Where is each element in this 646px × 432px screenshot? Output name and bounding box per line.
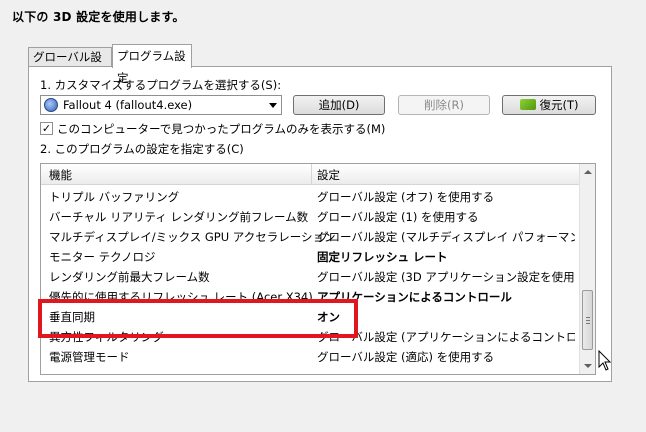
table-row[interactable]: トリプル バッファリング グローバル設定 (オフ) を使用する (41, 186, 579, 206)
table-row-vsync[interactable]: 垂直同期 オン (41, 306, 579, 326)
nvidia-icon (519, 99, 536, 110)
setting-cell: グローバル設定 (アプリケーションによるコントロール) ... (317, 330, 575, 344)
table-header: 機能 設定 (41, 164, 579, 185)
table-row[interactable]: 異方性フィルタリング グローバル設定 (アプリケーションによるコントロール) .… (41, 326, 579, 346)
scroll-up-icon[interactable] (584, 170, 592, 174)
feature-cell: レンダリング前最大フレーム数 (49, 270, 210, 284)
column-header-setting[interactable]: 設定 (317, 167, 340, 183)
feature-cell: トリプル バッファリング (49, 190, 180, 204)
page-heading: 以下の 3D 設定を使用します。 (12, 10, 185, 24)
grip-line (586, 320, 590, 321)
program-icon (44, 98, 58, 112)
program-select[interactable]: Fallout 4 (fallout4.exe) (40, 95, 282, 115)
feature-cell: バーチャル リアリティ レンダリング前フレーム数 (49, 210, 309, 224)
tab-global-settings[interactable]: グローバル設定 (28, 47, 112, 83)
checkmark-icon: ✓ (41, 122, 52, 135)
program-settings-label: 2. このプログラムの設定を指定する(C) (40, 142, 244, 156)
feature-cell: 優先的に使用するリフレッシュ レート (Acer X34) (49, 290, 313, 304)
table-row[interactable]: モニター テクノロジ 固定リフレッシュ レート (41, 246, 579, 266)
settings-table: 機能 設定 トリプル バッファリング グローバル設定 (オフ) を使用する バー… (40, 163, 596, 375)
add-button[interactable]: 追加(D) (293, 95, 385, 115)
setting-cell: 固定リフレッシュ レート (317, 250, 448, 264)
show-found-programs-label: このコンピューターで見つかったプログラムのみを表示する(M) (57, 122, 386, 136)
feature-cell: 垂直同期 (49, 310, 95, 324)
table-row[interactable]: 優先的に使用するリフレッシュ レート (Acer X34) アプリケーションによ… (41, 286, 579, 306)
restore-button[interactable]: 復元(T) (502, 95, 596, 115)
setting-cell: グローバル設定 (3D アプリケーション設定を使用する... (317, 270, 575, 284)
chevron-down-icon (269, 103, 277, 108)
restore-button-label: 復元(T) (539, 98, 579, 112)
table-row[interactable]: バーチャル リアリティ レンダリング前フレーム数 グローバル設定 (1) を使用… (41, 206, 579, 226)
table-row[interactable]: 電源管理モード グローバル設定 (適応) を使用する (41, 346, 579, 366)
column-header-feature[interactable]: 機能 (49, 167, 72, 183)
feature-cell: 異方性フィルタリング (49, 330, 164, 344)
show-found-programs-checkbox[interactable]: ✓ (40, 122, 53, 135)
select-program-label: 1. カスタマイズするプログラムを選択する(S): (40, 78, 282, 92)
table-row[interactable]: マルチディスプレイ/ミックス GPU アクセラレーション グローバル設定 (マル… (41, 226, 579, 246)
setting-cell: アプリケーションによるコントロール (317, 290, 512, 304)
feature-cell: マルチディスプレイ/ミックス GPU アクセラレーション (49, 230, 336, 244)
scrollbar-thumb[interactable] (582, 290, 593, 350)
grip-line (586, 323, 590, 324)
setting-cell: グローバル設定 (1) を使用する (317, 210, 479, 224)
add-button-label: 追加(D) (318, 98, 360, 112)
vertical-scrollbar[interactable] (579, 164, 595, 374)
scroll-down-icon[interactable] (584, 364, 592, 368)
delete-button-label: 削除(R) (424, 98, 464, 112)
grip-line (586, 317, 590, 318)
setting-cell: グローバル設定 (オフ) を使用する (317, 190, 495, 204)
feature-cell: モニター テクノロジ (49, 250, 156, 264)
column-divider (311, 164, 312, 184)
delete-button[interactable]: 削除(R) (398, 95, 490, 115)
setting-cell: グローバル設定 (マルチディスプレイ パフォーマンス モ... (317, 230, 575, 244)
feature-cell: 電源管理モード (49, 350, 130, 364)
program-select-value: Fallout 4 (fallout4.exe) (63, 98, 193, 112)
table-row[interactable]: レンダリング前最大フレーム数 グローバル設定 (3D アプリケーション設定を使用… (41, 266, 579, 286)
mouse-cursor-icon (598, 350, 612, 371)
setting-cell: グローバル設定 (適応) を使用する (317, 350, 495, 364)
tab-program-settings[interactable]: プログラム設定 (112, 44, 192, 85)
setting-cell: オン (317, 310, 340, 324)
